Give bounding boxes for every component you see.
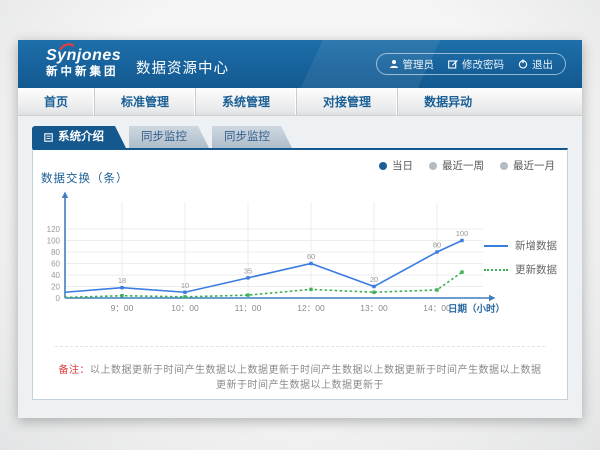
legend-item-update-data: 更新数据 <box>484 262 557 277</box>
power-icon <box>518 59 528 69</box>
svg-text:80: 80 <box>433 241 441 250</box>
user-toolbar: 管理员 修改密码 退出 <box>376 53 567 75</box>
tab-sync-monitor-1[interactable]: 同步监控 <box>129 126 209 148</box>
svg-text:100: 100 <box>456 229 469 238</box>
radio-icon <box>379 162 387 170</box>
svg-text:18: 18 <box>118 276 126 285</box>
user-icon <box>389 59 399 69</box>
tab-label: 系统介绍 <box>58 126 104 148</box>
document-icon <box>44 133 53 142</box>
svg-text:13：00: 13：00 <box>360 303 388 313</box>
dotted-line-swatch-icon <box>484 269 508 271</box>
line-chart: 0 20 40 60 80 100 120 9：00 10：00 11：00 12：00 13：00 1… <box>37 186 507 341</box>
filter-label: 当日 <box>392 158 413 173</box>
app-header: Synjones 新中新集团 数据资源中心 管理员 修改密码 退出 <box>18 40 582 88</box>
logout-button[interactable]: 退出 <box>518 57 553 72</box>
nav-item-system-mgmt[interactable]: 系统管理 <box>195 88 296 115</box>
nav-item-data-change[interactable]: 数据异动 <box>397 88 498 115</box>
tab-bar: 系统介绍 同步监控 同步监控 <box>32 126 292 148</box>
svg-text:9：00: 9：00 <box>111 303 134 313</box>
change-password-button[interactable]: 修改密码 <box>448 57 504 72</box>
filter-label: 最近一周 <box>442 158 484 173</box>
user-label: 管理员 <box>403 57 435 72</box>
page-title: 数据资源中心 <box>136 57 229 78</box>
nav-item-connect-mgmt[interactable]: 对接管理 <box>296 88 397 115</box>
svg-text:11：00: 11：00 <box>235 303 262 313</box>
filter-label: 最近一月 <box>513 158 555 173</box>
radio-icon <box>429 162 437 170</box>
period-filter-group: 当日 最近一周 最近一月 <box>379 158 555 173</box>
logo-company-name: 新中新集团 <box>46 66 121 79</box>
chart-legend: 新增数据 更新数据 <box>484 238 557 277</box>
logout-label: 退出 <box>532 57 553 72</box>
app-window: Synjones 新中新集团 数据资源中心 管理员 修改密码 退出 首页 标准管… <box>18 40 582 418</box>
svg-text:35: 35 <box>244 266 252 275</box>
company-logo: Synjones 新中新集团 <box>46 47 121 78</box>
radio-icon <box>500 162 508 170</box>
svg-text:120: 120 <box>47 225 61 234</box>
svg-text:14：00: 14：00 <box>423 303 451 313</box>
legend-label: 新增数据 <box>515 238 557 253</box>
nav-item-standard-mgmt[interactable]: 标准管理 <box>94 88 195 115</box>
svg-text:60: 60 <box>51 260 60 269</box>
solid-line-swatch-icon <box>484 245 508 247</box>
note-text: 以上数据更新于时间产生数据以上数据更新于时间产生数据以上数据更新于时间产生数据以… <box>90 365 542 391</box>
legend-label: 更新数据 <box>515 262 557 277</box>
filter-last-week[interactable]: 最近一周 <box>429 158 484 173</box>
svg-text:12：00: 12：00 <box>297 303 325 313</box>
svg-text:60: 60 <box>307 252 315 261</box>
note-prefix: 备注： <box>59 365 91 376</box>
legend-item-new-data: 新增数据 <box>484 238 557 253</box>
svg-text:10: 10 <box>181 281 189 290</box>
svg-text:100: 100 <box>47 237 61 246</box>
main-nav: 首页 标准管理 系统管理 对接管理 数据异动 <box>18 88 582 116</box>
logo-red-swoosh-icon <box>59 43 75 51</box>
svg-text:20: 20 <box>370 275 378 284</box>
tab-sync-monitor-2[interactable]: 同步监控 <box>212 126 292 148</box>
tab-system-intro[interactable]: 系统介绍 <box>32 126 126 148</box>
svg-text:80: 80 <box>51 248 60 257</box>
svg-text:10：00: 10：00 <box>171 303 199 313</box>
logo-wordmark: Synjones <box>46 47 121 65</box>
y-axis-title: 数据交换（条） <box>41 170 129 186</box>
chart-panel: 当日 最近一周 最近一月 数据交换（条） 0 20 40 60 80 100 120 9：00… <box>32 148 568 400</box>
footer-note: 备注：以上数据更新于时间产生数据以上数据更新于时间产生数据以上数据更新于时间产生… <box>55 346 545 391</box>
svg-text:0: 0 <box>56 294 61 303</box>
content-area: 系统介绍 同步监控 同步监控 当日 最近一周 最近一月 数据交 <box>18 116 582 418</box>
svg-text:20: 20 <box>51 283 60 292</box>
current-user[interactable]: 管理员 <box>389 57 435 72</box>
nav-item-home[interactable]: 首页 <box>18 88 94 115</box>
edit-icon <box>448 59 458 69</box>
filter-last-month[interactable]: 最近一月 <box>500 158 555 173</box>
svg-text:40: 40 <box>51 271 60 280</box>
change-password-label: 修改密码 <box>462 57 504 72</box>
svg-text:日期（小时）: 日期（小时） <box>448 303 505 315</box>
filter-today[interactable]: 当日 <box>379 158 413 173</box>
chart-container: 0 20 40 60 80 100 120 9：00 10：00 11：00 12：00 13：00 1… <box>37 186 507 341</box>
